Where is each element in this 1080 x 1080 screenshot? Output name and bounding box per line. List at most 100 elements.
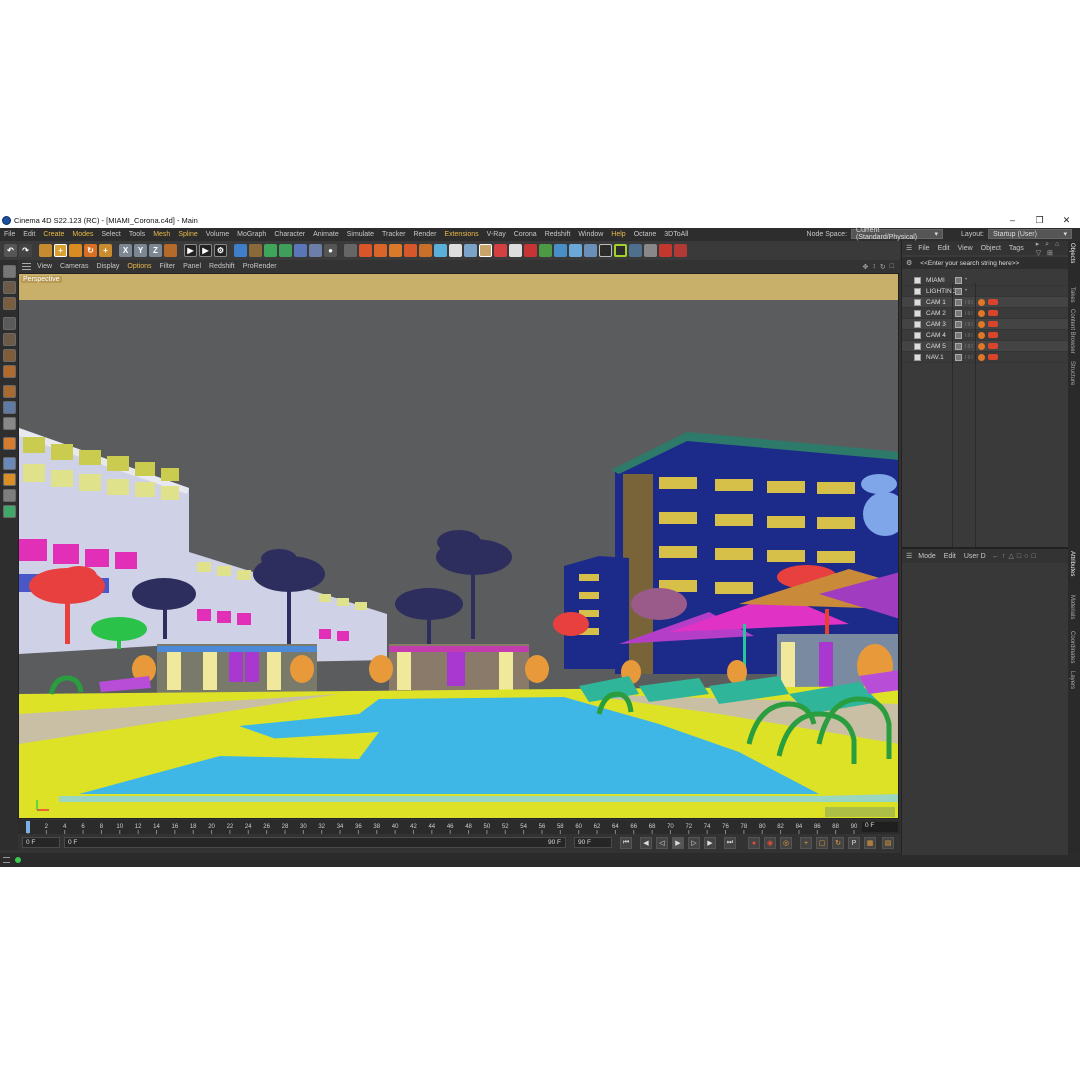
protection-tag-icon[interactable] xyxy=(978,309,985,317)
playhead-marker[interactable] xyxy=(26,821,30,833)
menu-file[interactable]: File xyxy=(4,231,15,238)
redo-icon[interactable]: ↷ xyxy=(19,244,32,257)
attr-menu-edit[interactable]: Edit xyxy=(944,553,956,560)
menu-tools[interactable]: Tools xyxy=(129,231,145,238)
points-mode-icon[interactable] xyxy=(2,333,16,346)
object-row[interactable]: CAM 1 ∷∷ xyxy=(902,297,1068,308)
visibility-dots-icon[interactable]: ∷∷ xyxy=(965,354,973,361)
object-row[interactable]: CAM 2 ∷∷ xyxy=(902,308,1068,319)
coordinate-system-icon[interactable] xyxy=(164,244,177,257)
layout-dropdown[interactable]: Startup (User) ▾ xyxy=(988,229,1072,239)
zoom-icon[interactable]: ↕ xyxy=(872,263,876,271)
move-icon[interactable]: + xyxy=(54,244,67,257)
menu-help[interactable]: Help xyxy=(611,231,625,238)
menu-3dtoall[interactable]: 3DToAll xyxy=(664,231,688,238)
layer-checkbox[interactable] xyxy=(955,320,962,328)
deformer-icon[interactable] xyxy=(294,244,307,257)
side-tab-coordinates[interactable]: Coordinates xyxy=(1069,631,1075,663)
floor-icon[interactable] xyxy=(309,244,322,257)
visibility-dots-icon[interactable]: ∷∷ xyxy=(965,321,973,328)
octane-cam-icon[interactable] xyxy=(554,244,567,257)
x-axis-button[interactable]: X xyxy=(119,244,132,257)
vray-render-icon[interactable] xyxy=(404,244,417,257)
undo-icon[interactable]: ↶ xyxy=(4,244,17,257)
edges-mode-icon[interactable] xyxy=(2,349,16,362)
go-to-end-icon[interactable]: ⏭ xyxy=(724,837,736,849)
vray-sun-icon[interactable] xyxy=(389,244,402,257)
polygons-mode-icon[interactable] xyxy=(2,365,16,378)
search-input[interactable]: <<Enter your search string here>> xyxy=(920,260,1019,267)
menu-animate[interactable]: Animate xyxy=(313,231,339,238)
side-tab-attributes[interactable]: Attributes xyxy=(1069,551,1075,576)
menu-render[interactable]: Render xyxy=(413,231,436,238)
live-selection-icon[interactable] xyxy=(39,244,52,257)
workplane-icon[interactable] xyxy=(2,317,16,330)
layer-checkbox[interactable] xyxy=(955,287,962,295)
corona-sky-icon[interactable] xyxy=(434,244,447,257)
om-menu-edit[interactable]: Edit xyxy=(938,245,950,252)
key-position-icon[interactable]: + xyxy=(800,837,812,849)
menu-simulate[interactable]: Simulate xyxy=(347,231,374,238)
gear-icon[interactable]: ⚙ xyxy=(906,259,912,267)
viewport-menu-view[interactable]: View xyxy=(37,263,52,270)
rotate-icon[interactable]: ↻ xyxy=(84,244,97,257)
snap-icon[interactable] xyxy=(2,437,16,450)
layer-checkbox[interactable] xyxy=(955,342,962,350)
toggle-view-icon[interactable]: □ xyxy=(890,263,894,271)
naming-tool-icon[interactable] xyxy=(2,505,16,518)
side-tab-structure[interactable]: Structure xyxy=(1069,361,1075,385)
protection-tag-icon[interactable] xyxy=(978,353,985,361)
menu-octane[interactable]: Octane xyxy=(634,231,657,238)
protection-tag-icon[interactable] xyxy=(978,298,985,306)
z-axis-button[interactable]: Z xyxy=(149,244,162,257)
3dtoall-import-icon[interactable] xyxy=(659,244,672,257)
quantize-icon[interactable] xyxy=(2,489,16,502)
layer-checkbox[interactable] xyxy=(955,298,962,306)
om-menu-file[interactable]: File xyxy=(918,245,929,252)
end-frame-field[interactable]: 90 F xyxy=(574,837,612,848)
viewport-menu-panel[interactable]: Panel xyxy=(183,263,201,270)
menu-mograph[interactable]: MoGraph xyxy=(237,231,266,238)
cloner-icon[interactable] xyxy=(279,244,292,257)
viewport-menu-prorender[interactable]: ProRender xyxy=(243,263,277,270)
menu-character[interactable]: Character xyxy=(274,231,305,238)
menu-tracker[interactable]: Tracker xyxy=(382,231,405,238)
redshift-rv-icon[interactable] xyxy=(494,244,507,257)
side-tab-takes[interactable]: Takes xyxy=(1069,287,1075,303)
camera-icon[interactable]: ● xyxy=(324,244,337,257)
key-rotation-icon[interactable]: ↻ xyxy=(832,837,844,849)
menu-corona[interactable]: Corona xyxy=(514,231,537,238)
menu-extensions[interactable]: Extensions xyxy=(444,231,478,238)
viewport-menu-cameras[interactable]: Cameras xyxy=(60,263,88,270)
timeline-window-icon[interactable]: ▤ xyxy=(882,837,894,849)
tweak-mode-icon[interactable] xyxy=(2,401,16,414)
next-key-icon[interactable]: ▶ xyxy=(704,837,716,849)
preview-range-slider[interactable]: 0 F 90 F xyxy=(64,837,566,848)
corona-camera-icon[interactable] xyxy=(449,244,462,257)
visibility-dots-icon[interactable]: ∷∷ xyxy=(965,343,973,350)
3dtoall-link-icon[interactable] xyxy=(674,244,687,257)
octane-settings-icon[interactable] xyxy=(599,244,612,257)
minimize-button[interactable]: – xyxy=(999,215,1026,226)
camera-tag-icon[interactable] xyxy=(988,332,998,338)
object-row[interactable]: CAM 5 ∷∷ xyxy=(902,341,1068,352)
pan-icon[interactable]: ✥ xyxy=(863,263,869,271)
corona-ir-icon[interactable] xyxy=(464,244,477,257)
play-icon[interactable]: ▶ xyxy=(672,837,684,849)
protection-tag-icon[interactable] xyxy=(978,331,985,339)
om-tool-icons[interactable]: ▸ ⌕ ⌂ ▽ ⊞ xyxy=(1036,240,1068,257)
menu-create[interactable]: Create xyxy=(43,231,64,238)
redshift-light-icon[interactable] xyxy=(509,244,522,257)
node-space-dropdown[interactable]: Current (Standard/Physical) ▾ xyxy=(851,227,944,241)
menu-select[interactable]: Select xyxy=(101,231,120,238)
layer-checkbox[interactable] xyxy=(955,331,962,339)
make-editable-icon[interactable] xyxy=(2,265,16,278)
previous-frame-icon[interactable]: ◁ xyxy=(656,837,668,849)
pen-icon[interactable] xyxy=(249,244,262,257)
side-tab-layers[interactable]: Layers xyxy=(1069,671,1075,689)
enable-axis-icon[interactable] xyxy=(2,385,16,398)
y-axis-button[interactable]: Y xyxy=(134,244,147,257)
3dtoall-icon[interactable] xyxy=(629,244,642,257)
close-button[interactable]: ✕ xyxy=(1053,215,1080,226)
render-picture-viewer-icon[interactable]: ▶ xyxy=(199,244,212,257)
